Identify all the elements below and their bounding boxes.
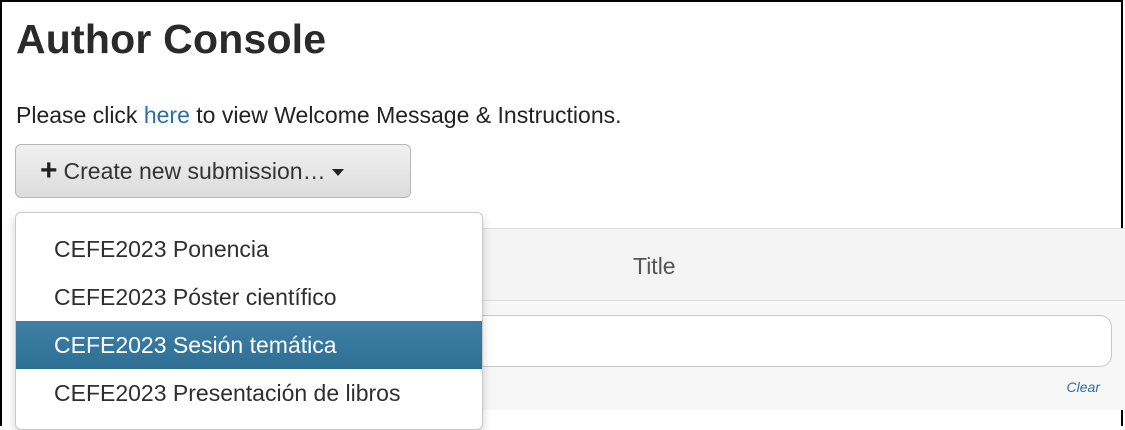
plus-icon: +	[40, 154, 58, 187]
menu-item-poster-cientifico[interactable]: CEFE2023 Póster científico	[16, 273, 482, 321]
title-filter-input[interactable]	[446, 315, 1112, 367]
create-new-submission-label: Create new submission…	[63, 157, 326, 184]
clear-filter-link[interactable]: Clear	[1067, 379, 1100, 395]
menu-item-sesion-tematica[interactable]: CEFE2023 Sesión temática	[16, 321, 482, 369]
intro-prefix: Please click	[16, 102, 144, 128]
intro-suffix: to view Welcome Message & Instructions.	[189, 102, 622, 128]
create-new-submission-button[interactable]: + Create new submission…	[15, 144, 411, 198]
submission-type-menu: CEFE2023 Ponencia CEFE2023 Póster cientí…	[15, 212, 483, 430]
caret-down-icon	[331, 168, 344, 176]
intro-text: Please click here to view Welcome Messag…	[16, 102, 622, 129]
menu-item-presentacion-de-libros[interactable]: CEFE2023 Presentación de libros	[16, 369, 482, 417]
menu-item-ponencia[interactable]: CEFE2023 Ponencia	[16, 225, 482, 273]
page-title: Author Console	[16, 16, 327, 62]
welcome-instructions-link[interactable]: here	[144, 102, 190, 128]
title-column-header[interactable]: Title	[633, 253, 676, 280]
